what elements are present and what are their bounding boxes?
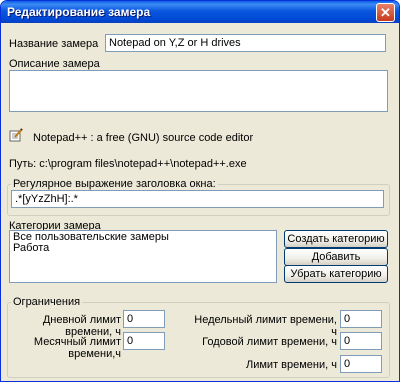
total-limit-label: Лимит времени, ч: [246, 359, 337, 371]
name-label: Название замера: [9, 38, 99, 50]
pencil-notepad-icon: [9, 128, 23, 145]
description-label: Описание замера: [9, 58, 100, 70]
title-bar[interactable]: Редактирование замера ✕: [1, 1, 399, 23]
create-category-button[interactable]: Создать категорию: [284, 230, 388, 248]
yearly-limit-input[interactable]: [340, 332, 382, 350]
monthly-limit-input[interactable]: [123, 332, 165, 350]
executable-path: Путь: c:\program files\notepad++\notepad…: [9, 158, 247, 170]
close-button[interactable]: ✕: [376, 3, 395, 22]
app-title: Notepad++ : a free (GNU) source code edi…: [33, 132, 254, 144]
daily-limit-input[interactable]: [123, 310, 165, 328]
list-item[interactable]: Все пользовательские замеры: [13, 232, 273, 243]
weekly-limit-input[interactable]: [340, 310, 382, 328]
name-input[interactable]: [105, 34, 386, 52]
regex-label: Регулярное выражение заголовка окна:: [11, 178, 218, 190]
regex-input[interactable]: [11, 190, 384, 208]
categories-list[interactable]: Все пользовательские замеры Работа: [9, 230, 277, 283]
description-textarea[interactable]: [9, 70, 388, 112]
edit-measure-dialog: Редактирование замера ✕ Название замера …: [0, 0, 400, 382]
remove-category-button[interactable]: Убрать категорию: [284, 265, 388, 283]
list-item[interactable]: Работа: [13, 243, 273, 254]
daily-limit-label: Дневной лимит времени, ч: [42, 314, 121, 338]
weekly-limit-label: Недельный лимит времени, ч: [194, 314, 337, 338]
window-title: Редактирование замера: [7, 5, 151, 19]
total-limit-input[interactable]: [340, 355, 382, 373]
yearly-limit-label: Годовой лимит времени, ч: [202, 336, 337, 348]
limits-title: Ограничения: [11, 296, 83, 308]
monthly-limit-label: Месячный лимит времени,ч: [33, 336, 121, 360]
add-category-button[interactable]: Добавить категорию: [284, 248, 388, 279]
